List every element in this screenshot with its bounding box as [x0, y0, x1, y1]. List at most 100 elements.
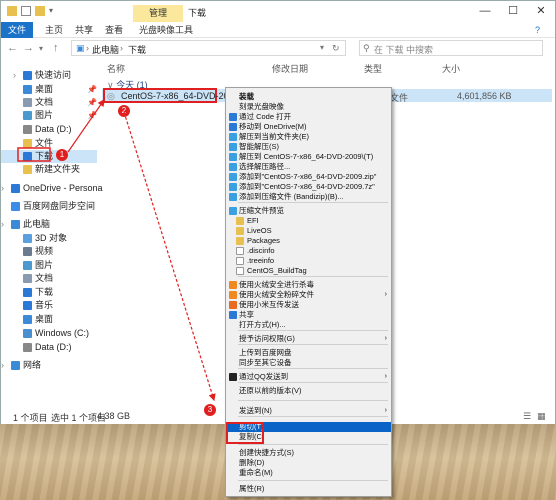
menu-item[interactable]: 添加到"CentOS-7-x86_64-DVD-2009.zip" — [226, 172, 391, 182]
sidebar-item[interactable]: 3D 对象 — [1, 232, 97, 245]
sidebar-item[interactable]: › 网络 — [1, 359, 97, 372]
file-name-highlight[interactable]: ◎ CentOS-7-x86_64-DVD-2009.iso — [103, 88, 253, 103]
back-icon[interactable]: ← — [7, 42, 18, 54]
chevron-right-icon[interactable]: › — [1, 218, 4, 231]
menu-item[interactable]: CentOS_BuildTag — [226, 266, 391, 276]
menu-item[interactable]: 重命名(M) — [226, 468, 391, 478]
sidebar-item[interactable]: 文档 📌 — [1, 96, 97, 109]
menu-item[interactable]: 解压到 CentOS-7-x86_64-DVD-2009\(T) — [226, 152, 391, 162]
menu-item[interactable]: 刻录光盘映像 — [226, 102, 391, 112]
up-icon[interactable]: ↑ — [53, 42, 59, 54]
menu-item[interactable]: 通过QQ发送到 › — [226, 372, 391, 382]
details-view-icon[interactable]: ☰ — [523, 411, 531, 422]
menu-item[interactable]: 删除(D) — [226, 458, 391, 468]
sidebar-item[interactable]: › 快速访问 — [1, 69, 97, 82]
menu-item[interactable]: 发送到(N) › — [226, 406, 391, 416]
menu-item[interactable]: 打开方式(H)... — [226, 320, 391, 330]
sidebar-item[interactable]: 新建文件夹 — [1, 163, 97, 176]
sidebar-item[interactable]: › OneDrive - Persona — [1, 182, 103, 195]
address-field[interactable]: ▣ › 此电脑 › 下载 ▾ ↻ — [71, 40, 346, 56]
menu-item[interactable]: 使用火绒安全粉碎文件 › — [226, 290, 391, 300]
sidebar-item[interactable]: 桌面 📌 — [1, 83, 97, 96]
menu-item[interactable]: 创建快捷方式(S) — [226, 448, 391, 458]
menu-item[interactable]: 属性(R) — [226, 484, 391, 494]
column-type[interactable]: 类型 — [364, 62, 382, 75]
menu-item[interactable]: 移动到 OneDrive(M) — [226, 122, 391, 132]
menu-item[interactable]: 添加到"CentOS-7-x86_64-DVD-2009.7z" — [226, 182, 391, 192]
menu-item[interactable]: LiveOS — [226, 226, 391, 236]
menu-item[interactable]: 压缩文件预览 — [226, 206, 391, 216]
tab-share[interactable]: 共享 — [69, 22, 99, 38]
sidebar-item[interactable]: 图片 — [1, 259, 97, 272]
breadcrumb-this-pc[interactable]: 此电脑 — [92, 43, 119, 56]
sidebar-item[interactable]: 桌面 — [1, 313, 97, 326]
chevron-down-icon[interactable]: ▾ — [320, 43, 324, 52]
sidebar-item-label: 下载 — [35, 151, 54, 161]
large-icons-view-icon[interactable]: ▦ — [537, 411, 546, 422]
menu-item[interactable]: 装载 — [226, 92, 391, 102]
sidebar-item[interactable]: 文档 — [1, 272, 97, 285]
tab-disc-image-tools[interactable]: 光盘映像工具 — [133, 22, 199, 38]
forward-icon[interactable]: → — [23, 42, 34, 54]
tab-home[interactable]: 主页 — [39, 22, 69, 38]
tab-file[interactable]: 文件 — [1, 22, 33, 38]
sidebar-item[interactable]: 下载 — [1, 150, 97, 163]
sidebar-item[interactable]: Data (D:) — [1, 123, 97, 136]
minimize-button[interactable]: — — [471, 3, 499, 19]
pin-icon: 📌 — [87, 111, 97, 120]
sidebar-item[interactable]: › 此电脑 — [1, 218, 97, 231]
menu-item[interactable]: 使用小米互传发送 — [226, 300, 391, 310]
sidebar-item[interactable]: 下载 — [1, 286, 97, 299]
menu-item[interactable]: Packages — [226, 236, 391, 246]
menu-item[interactable]: 使用火绒安全进行杀毒 — [226, 280, 391, 290]
checkbox-icon[interactable] — [21, 6, 31, 16]
menu-item-label: 重命名(M) — [239, 468, 273, 477]
menu-item[interactable]: .treeinfo — [226, 256, 391, 266]
music-icon — [23, 301, 32, 310]
download-icon — [23, 288, 32, 297]
column-size[interactable]: 大小 — [442, 62, 460, 75]
menu-item[interactable]: 共享 — [226, 310, 391, 320]
search-icon: ⚲ — [363, 43, 370, 53]
help-icon[interactable]: ? — [529, 22, 546, 38]
menu-item[interactable]: 智能解压(S) — [226, 142, 391, 152]
menu-item[interactable]: 同步至其它设备 — [226, 358, 391, 368]
download-icon — [23, 152, 32, 161]
menu-item[interactable]: .discinfo — [226, 246, 391, 256]
tab-view[interactable]: 查看 — [99, 22, 129, 38]
sidebar-item[interactable]: 音乐 — [1, 299, 97, 312]
column-modified[interactable]: 修改日期 — [272, 62, 308, 75]
sidebar-item[interactable]: 图片 📌 — [1, 109, 97, 122]
chevron-right-icon[interactable]: › — [1, 359, 4, 372]
sidebar-item[interactable]: Windows (C:) — [1, 327, 97, 340]
column-name[interactable]: 名称 — [107, 62, 125, 75]
menu-item[interactable]: 解压到当前文件夹(E) — [226, 132, 391, 142]
recent-dropdown-icon[interactable]: ▾ — [39, 44, 43, 53]
refresh-icon[interactable]: ↻ — [332, 43, 340, 54]
quick-access-dropdown-icon[interactable]: ▾ — [49, 6, 59, 16]
menu-item[interactable]: 选择解压路径... — [226, 162, 391, 172]
new-folder-icon[interactable] — [35, 6, 45, 16]
sidebar-item-label: 此电脑 — [23, 219, 51, 229]
menu-item-label: 使用小米互传发送 — [239, 300, 299, 309]
manage-tab[interactable]: 管理 — [133, 5, 183, 22]
sidebar-item-label: 文档 — [35, 273, 54, 283]
menu-item[interactable]: 上传到百度网盘 — [226, 348, 391, 358]
folder-icon — [23, 139, 32, 148]
menu-item[interactable]: 还原以前的版本(V) — [226, 386, 391, 396]
chevron-right-icon[interactable]: › — [13, 69, 16, 82]
folder-icon — [7, 6, 17, 16]
menu-item[interactable]: 添加到压缩文件 (Bandizip)(B)... — [226, 192, 391, 202]
sidebar-item[interactable]: Data (D:) — [1, 341, 97, 354]
breadcrumb-downloads[interactable]: 下载 — [128, 43, 146, 56]
search-input[interactable]: ⚲ 在 下载 中搜索 — [359, 40, 543, 56]
menu-item[interactable]: 授予访问权限(G) › — [226, 334, 391, 344]
sidebar-item[interactable]: 百度网盘同步空间 — [1, 200, 97, 213]
sidebar-item[interactable]: 视频 — [1, 245, 97, 258]
sidebar-item[interactable]: 文件 — [1, 137, 97, 150]
maximize-button[interactable]: ☐ — [499, 3, 527, 19]
menu-item[interactable]: 通过 Code 打开 — [226, 112, 391, 122]
menu-item[interactable]: EFI — [226, 216, 391, 226]
chevron-right-icon[interactable]: › — [1, 182, 4, 195]
close-button[interactable]: ✕ — [527, 3, 555, 19]
